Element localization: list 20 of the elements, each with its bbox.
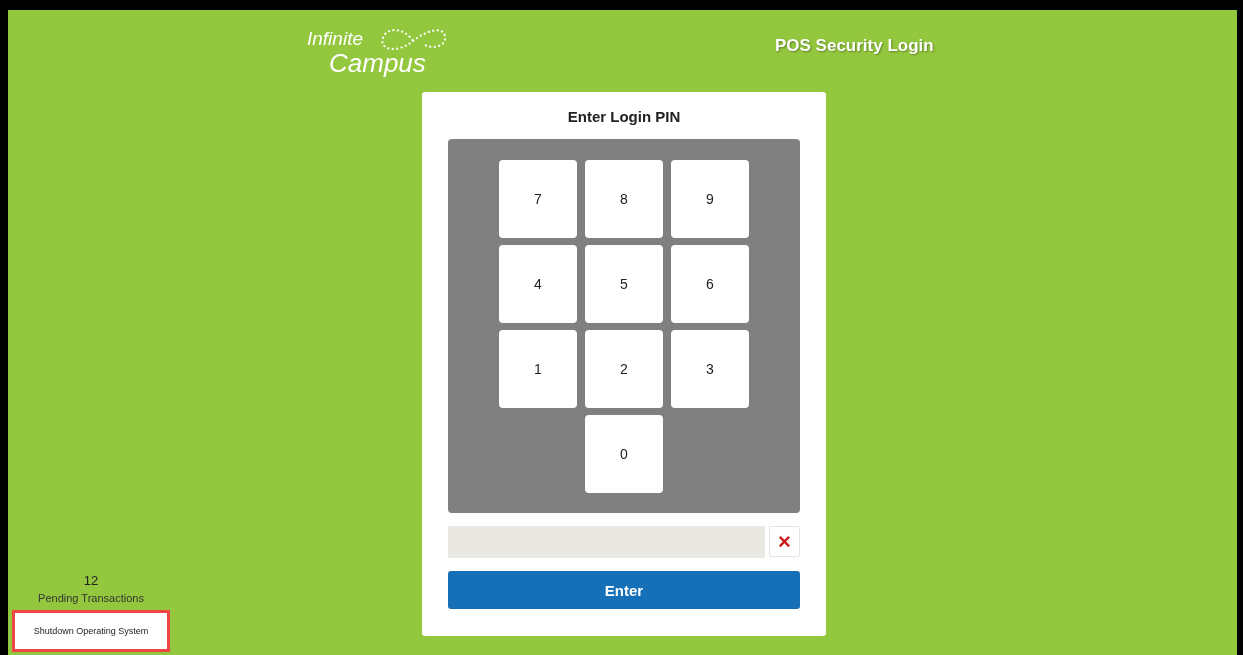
keypad-key[interactable]: 7	[499, 160, 577, 238]
pending-count: 12	[83, 573, 99, 588]
keypad-key[interactable]: 1	[499, 330, 577, 408]
keypad-key[interactable]: 0	[585, 415, 663, 493]
keypad-key[interactable]: 5	[585, 245, 663, 323]
pin-field[interactable]	[448, 526, 765, 558]
keypad-key[interactable]: 4	[499, 245, 577, 323]
logo-text: Infinite	[307, 28, 363, 50]
keypad-key[interactable]: 9	[671, 160, 749, 238]
logo-text: Campus	[329, 48, 426, 79]
keypad-key[interactable]: 6	[671, 245, 749, 323]
keypad-key[interactable]: 3	[671, 330, 749, 408]
enter-button[interactable]: Enter	[448, 571, 800, 609]
shutdown-button[interactable]: Shutdown Operating System	[12, 610, 170, 652]
page-title: POS Security Login	[775, 36, 934, 56]
keypad-key[interactable]: 2	[585, 330, 663, 408]
clear-button[interactable]: ×	[769, 526, 800, 557]
card-title: Enter Login PIN	[567, 108, 681, 127]
keypad-key[interactable]: 8	[585, 160, 663, 238]
pending-label: Pending Transactions	[38, 592, 144, 604]
